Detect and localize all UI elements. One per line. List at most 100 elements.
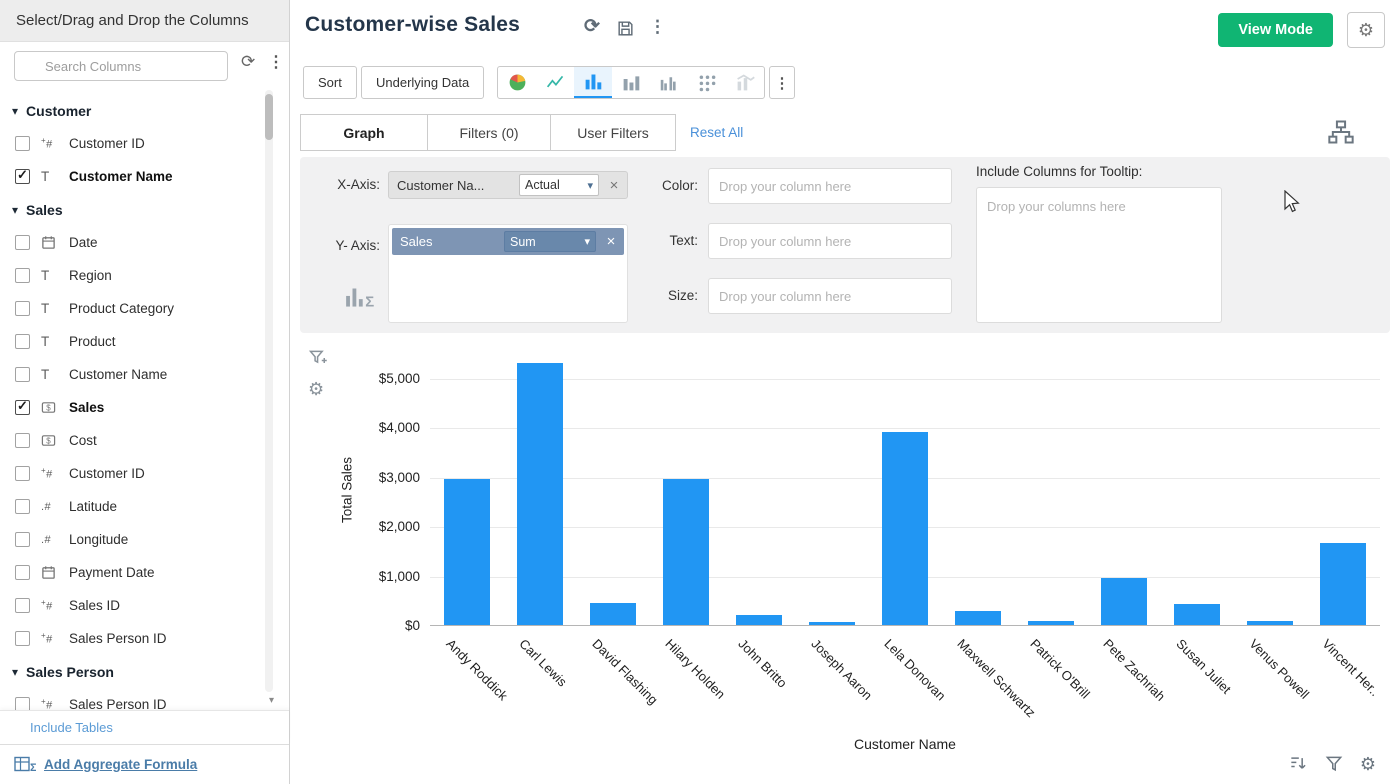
refresh-columns-icon[interactable]: ⟳ <box>241 52 255 72</box>
settings-button[interactable]: ⚙ <box>1347 12 1385 48</box>
column-item[interactable]: TRegion <box>0 259 263 292</box>
column-item[interactable]: TProduct <box>0 325 263 358</box>
column-item[interactable]: +#Customer ID <box>0 457 263 490</box>
text-drop-zone[interactable] <box>708 223 952 259</box>
section-customer[interactable]: ▾Customer <box>0 94 263 127</box>
checkbox[interactable] <box>15 268 30 283</box>
search-columns-input[interactable] <box>14 51 228 81</box>
bar[interactable] <box>1320 543 1366 625</box>
checkbox[interactable] <box>15 367 30 382</box>
bar[interactable] <box>1101 578 1147 625</box>
checkbox[interactable] <box>15 136 30 151</box>
scroll-down-arrow-icon[interactable]: ▾ <box>269 695 274 706</box>
column-item[interactable]: TProduct Category <box>0 292 263 325</box>
x-axis-pill[interactable]: Customer Na... Actual▾ × <box>388 171 628 199</box>
column-item[interactable]: .#Latitude <box>0 490 263 523</box>
bar[interactable] <box>444 479 490 625</box>
bar[interactable] <box>882 432 928 625</box>
checkbox[interactable] <box>15 433 30 448</box>
column-item[interactable]: TCustomer Name <box>0 358 263 391</box>
scatter-chart-icon[interactable] <box>688 67 726 98</box>
section-sales[interactable]: ▾Sales <box>0 193 263 226</box>
bar[interactable] <box>663 479 709 625</box>
chart-types-more-icon[interactable]: ⋮ <box>769 66 795 99</box>
reset-all-link[interactable]: Reset All <box>690 125 743 140</box>
column-item[interactable]: +#Customer ID <box>0 127 263 160</box>
grouped-bar-chart-icon[interactable] <box>650 67 688 98</box>
checkbox[interactable] <box>15 169 30 184</box>
chevron-down-icon[interactable]: ▾ <box>12 203 18 217</box>
tooltip-columns-drop-zone[interactable]: Drop your columns here <box>976 187 1222 323</box>
column-item[interactable]: $Sales <box>0 391 263 424</box>
checkbox[interactable] <box>15 235 30 250</box>
underlying-data-button[interactable]: Underlying Data <box>361 66 484 99</box>
tab-graph[interactable]: Graph <box>300 114 428 151</box>
sidebar-more-options-icon[interactable]: ⋮ <box>268 52 284 72</box>
checkbox[interactable] <box>15 466 30 481</box>
chart-options-gear-icon[interactable]: ⚙ <box>1360 754 1376 774</box>
column-item[interactable]: +#Sales Person ID <box>0 688 263 710</box>
bar[interactable] <box>736 615 782 625</box>
checkbox[interactable] <box>15 631 30 646</box>
column-item[interactable]: $Cost <box>0 424 263 457</box>
size-drop-zone[interactable] <box>708 278 952 314</box>
column-item[interactable]: TCustomer Name <box>0 160 263 193</box>
hierarchy-icon[interactable] <box>1327 118 1355 146</box>
line-chart-icon[interactable] <box>536 67 574 98</box>
sidebar-scrollbar-thumb[interactable] <box>265 94 273 140</box>
y-axis-pill[interactable]: Sales Sum▾ × <box>392 228 624 255</box>
y-axis-drop-zone[interactable]: Sales Sum▾ × <box>388 224 628 323</box>
column-item[interactable]: .#Longitude <box>0 523 263 556</box>
bar[interactable] <box>517 363 563 625</box>
chevron-down-icon: ▾ <box>584 235 590 248</box>
id-column-icon: +# <box>41 697 63 710</box>
id-column-icon: +# <box>41 631 63 646</box>
bar[interactable] <box>1247 621 1293 625</box>
color-drop-zone[interactable] <box>708 168 952 204</box>
sidebar-scrollbar-track[interactable] <box>265 90 273 692</box>
combo-chart-icon[interactable] <box>726 67 764 98</box>
y-axis-aggregation-select[interactable]: Sum▾ <box>504 231 596 252</box>
tab-user-filters[interactable]: User Filters <box>550 114 676 151</box>
include-tables-link[interactable]: Include Tables <box>30 720 113 735</box>
x-axis-aggregation-select[interactable]: Actual▾ <box>519 174 599 196</box>
bar[interactable] <box>1028 621 1074 625</box>
filter-icon[interactable] <box>1324 754 1344 774</box>
chart-aggregate-icon[interactable]: Σ <box>344 283 378 311</box>
bar[interactable] <box>590 603 636 625</box>
checkbox[interactable] <box>15 400 30 415</box>
chevron-down-icon[interactable]: ▾ <box>12 104 18 118</box>
sort-order-icon[interactable] <box>1288 754 1308 774</box>
checkbox[interactable] <box>15 565 30 580</box>
checkbox[interactable] <box>15 598 30 613</box>
add-filter-icon[interactable] <box>308 348 328 368</box>
report-more-options-icon[interactable]: ⋮ <box>649 17 666 37</box>
pie-chart-icon[interactable] <box>498 67 536 98</box>
column-item[interactable]: Date <box>0 226 263 259</box>
section-sales-person[interactable]: ▾Sales Person <box>0 655 263 688</box>
remove-y-axis-column-icon[interactable]: × <box>602 233 620 250</box>
column-item[interactable]: +#Sales ID <box>0 589 263 622</box>
add-aggregate-formula-link[interactable]: Add Aggregate Formula <box>44 757 197 772</box>
chart-settings-gear-icon[interactable]: ⚙ <box>308 380 328 400</box>
remove-x-axis-column-icon[interactable]: × <box>605 177 623 194</box>
sort-button[interactable]: Sort <box>303 66 357 99</box>
bar[interactable] <box>809 622 855 625</box>
bar-chart-icon[interactable] <box>574 67 612 98</box>
refresh-report-icon[interactable]: ⟳ <box>584 15 600 38</box>
sidebar-header: Select/Drag and Drop the Columns <box>0 0 289 42</box>
checkbox[interactable] <box>15 499 30 514</box>
stacked-bar-chart-icon[interactable] <box>612 67 650 98</box>
column-item[interactable]: +#Sales Person ID <box>0 622 263 655</box>
checkbox[interactable] <box>15 532 30 547</box>
checkbox[interactable] <box>15 697 30 710</box>
bar[interactable] <box>955 611 1001 625</box>
view-mode-button[interactable]: View Mode <box>1218 13 1333 47</box>
column-item[interactable]: Payment Date <box>0 556 263 589</box>
bar[interactable] <box>1174 604 1220 625</box>
tab-filters[interactable]: Filters (0) <box>427 114 551 151</box>
chevron-down-icon[interactable]: ▾ <box>12 665 18 679</box>
save-icon[interactable] <box>616 19 635 38</box>
checkbox[interactable] <box>15 334 30 349</box>
checkbox[interactable] <box>15 301 30 316</box>
